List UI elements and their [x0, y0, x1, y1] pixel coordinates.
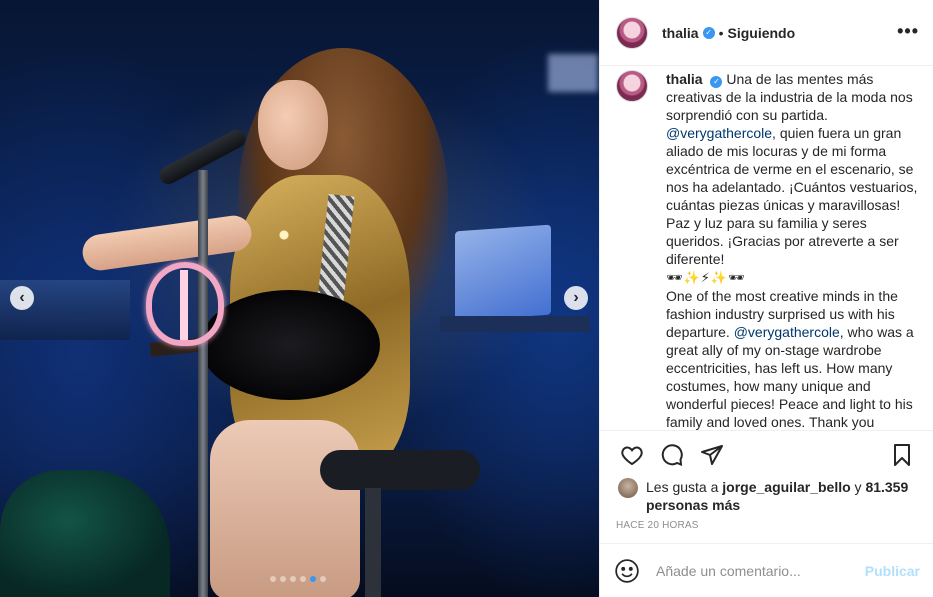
post-timestamp[interactable]: Hace 20 horas	[616, 520, 699, 531]
emoji-row: 🕶✨⚡✨🕶	[666, 270, 746, 285]
carousel-indicator	[270, 576, 326, 582]
verified-badge-icon: ✓	[702, 26, 715, 39]
chevron-left-icon: ‹	[19, 289, 25, 306]
singer-face	[258, 80, 328, 170]
likes-prefix: Les gusta a	[646, 479, 719, 495]
stage-light	[548, 54, 598, 92]
laptop	[455, 224, 551, 322]
singer-legs	[210, 420, 360, 597]
comment-input[interactable]	[656, 562, 865, 579]
background-chair	[0, 470, 170, 597]
carousel-dot	[310, 576, 316, 582]
share-button[interactable]	[692, 435, 732, 475]
comment-button[interactable]	[652, 435, 692, 475]
bookmark-icon	[894, 443, 910, 466]
post-image[interactable]: ‹ ›	[0, 0, 599, 597]
cross-ornament	[180, 270, 188, 340]
carousel-dot	[270, 576, 276, 582]
like-button[interactable]	[612, 435, 652, 475]
header-username[interactable]: thalia	[662, 25, 699, 41]
singer-arm	[80, 213, 254, 273]
save-button[interactable]	[882, 435, 922, 475]
caption-paragraph-2: , quien fuera un gran aliado de mis locu…	[666, 125, 918, 267]
following-button[interactable]: Siguiendo	[727, 25, 795, 41]
carousel-next-button[interactable]: ›	[564, 286, 588, 310]
carousel-dot	[320, 576, 326, 582]
likes-middle: y	[854, 479, 862, 495]
action-bar	[600, 430, 933, 478]
more-options-icon[interactable]: •••	[897, 22, 919, 40]
stool-leg	[365, 488, 381, 597]
publish-button[interactable]: Publicar	[865, 563, 920, 579]
comment-bar: Publicar	[600, 543, 933, 597]
avatar[interactable]	[616, 16, 648, 49]
caption-section: thalia ✓ Una de las mentes más creativas…	[600, 66, 933, 430]
liker-avatar[interactable]	[618, 478, 638, 498]
carousel-dot	[280, 576, 286, 582]
liker-username[interactable]: jorge_aguilar_bello	[722, 479, 850, 495]
mic-stand	[198, 170, 208, 597]
comment-icon	[661, 443, 683, 466]
verified-badge-icon: ✓	[710, 76, 723, 88]
caption-paragraph-1: Una de las mentes más creativas de la in…	[666, 71, 913, 123]
share-icon	[701, 444, 723, 465]
guitar	[200, 290, 380, 400]
header-separator: •	[718, 24, 724, 41]
post-sidebar: thalia ✓ • Siguiendo ••• thalia ✓ Una de…	[599, 0, 933, 597]
mention-link[interactable]: @verygathercole	[666, 125, 772, 141]
laptop-stand	[440, 316, 590, 332]
chevron-right-icon: ›	[573, 289, 579, 306]
likes-summary: Les gusta a jorge_aguilar_bello y 81.359…	[618, 478, 924, 514]
stool	[320, 450, 480, 490]
caption-text: thalia ✓ Una de las mentes más creativas…	[666, 70, 924, 430]
caption-avatar[interactable]	[616, 70, 648, 102]
carousel-prev-button[interactable]: ‹	[10, 286, 34, 310]
heart-icon	[621, 445, 643, 465]
post-header: thalia ✓ • Siguiendo •••	[600, 0, 933, 66]
emoji-icon[interactable]	[614, 558, 640, 584]
carousel-dot	[290, 576, 296, 582]
carousel-dot	[300, 576, 306, 582]
mention-link[interactable]: @verygathercole	[734, 324, 840, 340]
likes-text: Les gusta a jorge_aguilar_bello y 81.359…	[646, 478, 924, 514]
caption-username[interactable]: thalia	[666, 71, 703, 87]
